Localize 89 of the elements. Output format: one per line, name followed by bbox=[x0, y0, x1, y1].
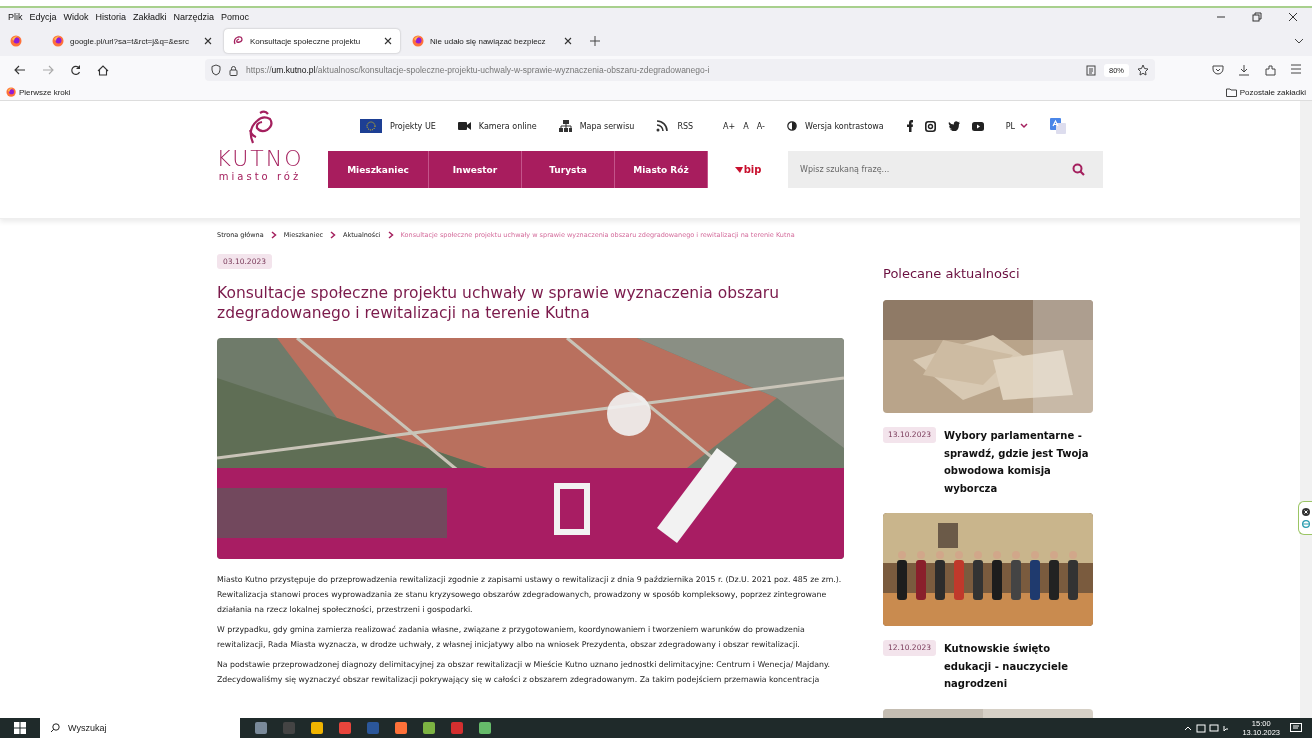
bip-flag-icon bbox=[734, 166, 743, 173]
logo-tagline: miasto róż bbox=[218, 171, 302, 182]
firefox-icon bbox=[412, 35, 424, 47]
firefox-icon bbox=[52, 35, 64, 47]
menu-item[interactable]: Pomoc bbox=[221, 12, 250, 22]
extensions-icon[interactable] bbox=[1264, 64, 1276, 76]
facebook-icon[interactable] bbox=[905, 120, 913, 132]
lock-icon bbox=[229, 64, 238, 76]
download-icon[interactable] bbox=[1238, 64, 1250, 76]
search-icon bbox=[50, 723, 60, 733]
translate-icon[interactable] bbox=[1050, 118, 1066, 134]
eu-flag-icon bbox=[360, 119, 382, 133]
sitemap-icon bbox=[558, 120, 572, 132]
taskbar-app-icon[interactable] bbox=[254, 721, 268, 735]
chevron-down-icon[interactable] bbox=[1294, 37, 1304, 45]
close-icon[interactable] bbox=[384, 37, 392, 45]
top-link[interactable]: Mapa serwisu bbox=[558, 120, 635, 132]
chevron-down-icon bbox=[1020, 123, 1028, 129]
taskbar-app-icon[interactable] bbox=[338, 721, 352, 735]
menu-item[interactable]: Edycja bbox=[29, 12, 57, 22]
folder-icon bbox=[1225, 87, 1237, 97]
taskbar-search[interactable]: Wyszukaj bbox=[40, 718, 240, 738]
tab-title: google.pl/url?sa=t&rct=j&q=&esrc bbox=[70, 36, 190, 46]
close-icon[interactable] bbox=[1288, 12, 1298, 22]
twitter-icon[interactable] bbox=[947, 121, 960, 131]
tab-title: Nie udało się nawiązać bezpiecz bbox=[430, 36, 547, 46]
font-size-link[interactable]: A bbox=[743, 121, 749, 131]
font-size-link[interactable]: A+ bbox=[723, 121, 736, 131]
firefox-icon[interactable] bbox=[10, 35, 22, 47]
sidebar-heading: Polecane aktualności bbox=[883, 266, 1021, 281]
logo-name: KUTNO bbox=[216, 147, 304, 171]
close-icon[interactable] bbox=[204, 37, 212, 45]
search-field[interactable]: Wpisz szukaną frazę... bbox=[788, 151, 1103, 188]
video-camera-icon bbox=[457, 120, 471, 132]
bookmark-item[interactable]: Pierwsze kroki bbox=[6, 87, 71, 97]
nav-link[interactable]: Inwestor bbox=[429, 151, 522, 188]
pocket-icon[interactable] bbox=[1212, 64, 1224, 75]
taskbar-app-icon[interactable] bbox=[478, 721, 492, 735]
windows-start-icon[interactable] bbox=[14, 722, 26, 734]
menu-item[interactable]: Zakładki bbox=[133, 12, 167, 22]
contrast-icon bbox=[786, 121, 797, 131]
reader-view-icon[interactable] bbox=[1086, 64, 1096, 76]
rss-icon bbox=[656, 120, 670, 132]
bookmark-star-icon[interactable] bbox=[1137, 64, 1149, 76]
menu-item[interactable]: Narzędzia bbox=[173, 12, 215, 22]
top-link[interactable]: Projekty UE bbox=[360, 119, 436, 133]
accessibility-widget[interactable] bbox=[1298, 501, 1312, 535]
top-link[interactable]: RSS bbox=[656, 120, 694, 132]
notifications-icon[interactable] bbox=[1290, 722, 1302, 734]
news-title-link[interactable]: Wybory parlamentarne - sprawdź, gdzie jest Twoja obwodowa komisja wyborcza bbox=[943, 427, 1093, 497]
rose-icon bbox=[232, 35, 244, 47]
taskbar-app-icon[interactable] bbox=[310, 721, 324, 735]
browser-tab[interactable]: google.pl/url?sa=t&rct=j&q=&esrc bbox=[44, 29, 220, 53]
close-icon[interactable] bbox=[1301, 508, 1310, 516]
language-selector[interactable]: PL bbox=[1005, 121, 1028, 131]
chevron-right-icon bbox=[387, 230, 394, 239]
news-title-link[interactable]: Kutnowskie święto edukacji - nauczyciele nagrodzeni bbox=[943, 640, 1093, 693]
menu-item[interactable]: Widok bbox=[63, 12, 89, 22]
nav-link[interactable]: Mieszkaniec bbox=[328, 151, 429, 188]
menu-item[interactable]: Historia bbox=[95, 12, 127, 22]
new-tab-icon[interactable] bbox=[590, 36, 600, 46]
firefox-icon bbox=[6, 87, 16, 97]
taskbar-app-icon[interactable] bbox=[394, 721, 408, 735]
url-text: https://um.kutno.pl/aktualnosc/konsultacje-spoleczne-projektu-uchwaly-w-sprawie-wyznaczenia-obszaru-zdegradowanego-i bbox=[246, 65, 711, 75]
browser-tab[interactable]: Konsultacje społeczne projektu bbox=[224, 29, 400, 53]
browser-tab[interactable]: Nie udało się nawiązać bezpiecz bbox=[404, 29, 580, 53]
article-title: Konsultacje społeczne projektu uchwały w sprawie wyznaczenia obszaru zdegradowanego i rewitalizacji na terenie Kutna bbox=[217, 283, 781, 323]
nav-link[interactable]: Turysta bbox=[522, 151, 615, 188]
other-bookmarks[interactable]: Pozostałe zakładki bbox=[1225, 87, 1306, 97]
chevron-right-icon bbox=[330, 230, 337, 239]
globe-icon[interactable] bbox=[1301, 520, 1310, 528]
search-icon[interactable] bbox=[1072, 163, 1085, 176]
menu-icon[interactable] bbox=[1290, 64, 1302, 74]
contrast-link[interactable]: Wersja kontrastowa bbox=[786, 121, 884, 131]
shield-icon[interactable] bbox=[211, 64, 221, 76]
chevron-right-icon bbox=[270, 230, 277, 239]
back-icon[interactable] bbox=[14, 65, 26, 75]
menu-item[interactable]: Plik bbox=[8, 12, 23, 22]
restore-icon[interactable] bbox=[1252, 12, 1262, 22]
youtube-icon[interactable] bbox=[971, 121, 984, 131]
taskbar-app-icon[interactable] bbox=[422, 721, 436, 735]
top-link[interactable]: Kamera online bbox=[457, 120, 537, 132]
font-size-link[interactable]: A- bbox=[756, 121, 765, 131]
instagram-icon[interactable] bbox=[924, 120, 936, 132]
tab-title: Konsultacje społeczne projektu bbox=[250, 36, 362, 46]
reload-icon[interactable] bbox=[70, 64, 81, 76]
nav-link[interactable]: Miasto Róż bbox=[615, 151, 708, 188]
close-icon[interactable] bbox=[564, 37, 572, 45]
home-icon[interactable] bbox=[97, 64, 109, 76]
